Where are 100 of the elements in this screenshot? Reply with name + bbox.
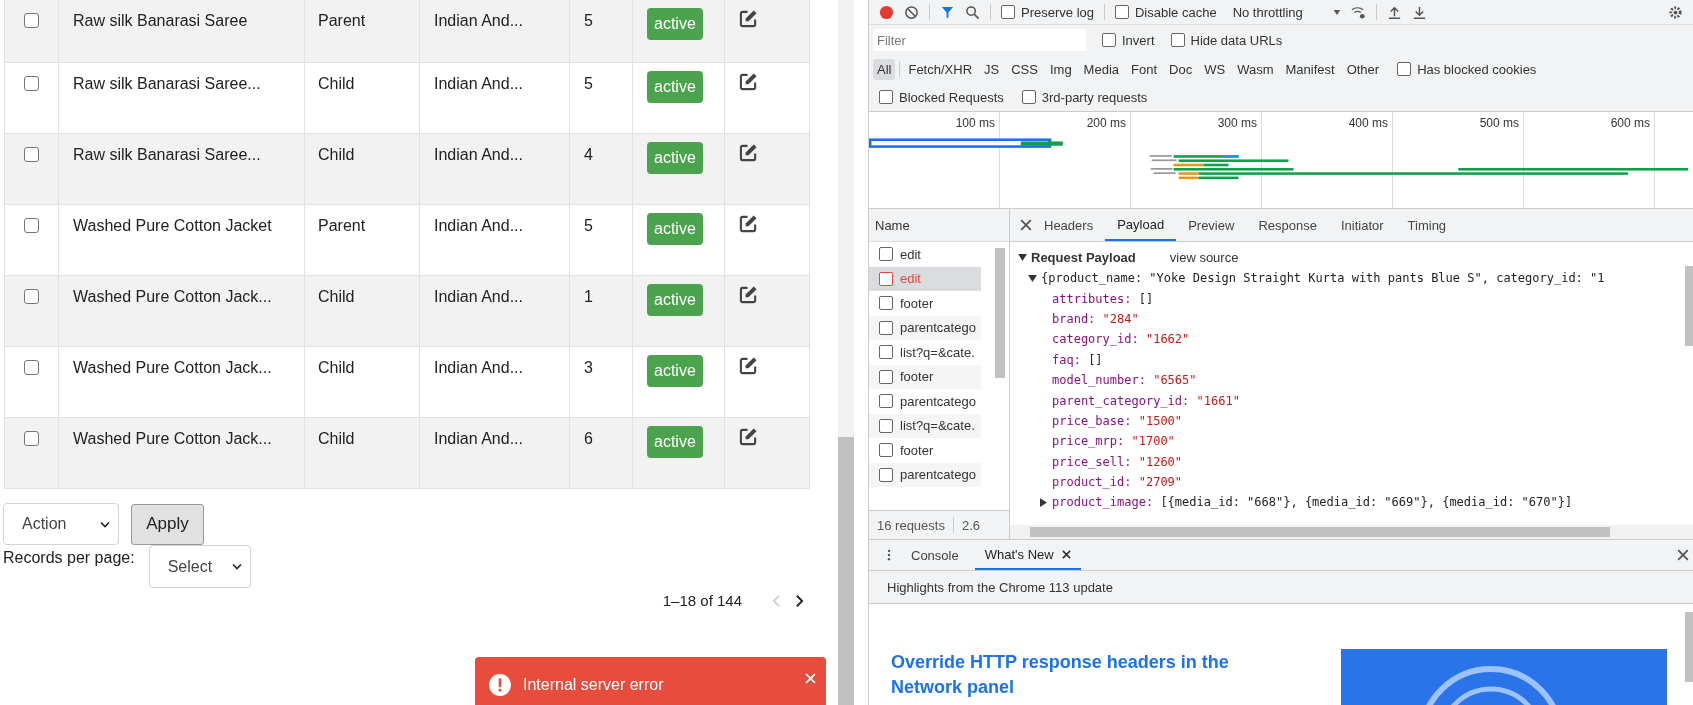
close-tab-icon[interactable] <box>1061 549 1071 559</box>
list-scrollbar[interactable] <box>995 248 1005 378</box>
apply-button[interactable]: Apply <box>131 503 204 545</box>
chevron-down-icon <box>100 520 110 528</box>
edit-icon[interactable] <box>739 143 758 162</box>
request-item[interactable]: list?q=&cate. <box>869 413 981 438</box>
collapse-icon[interactable] <box>1028 274 1037 282</box>
request-item[interactable]: footer <box>869 364 981 389</box>
view-source-link[interactable]: view source <box>1169 249 1239 265</box>
payload-field: category_id: "1662" <box>1052 332 1190 347</box>
records-per-page-select[interactable]: Select <box>148 545 251 588</box>
action-select[interactable]: Action <box>3 503 119 545</box>
type-filter-button[interactable]: Img <box>1045 58 1076 80</box>
type-filter-button[interactable]: Other <box>1342 58 1384 80</box>
settings-icon[interactable] <box>1668 4 1683 20</box>
detail-tab[interactable]: Response <box>1246 209 1329 241</box>
product-type: Child <box>318 75 355 92</box>
close-icon[interactable] <box>1677 549 1689 561</box>
type-filter-button[interactable]: All <box>873 58 896 80</box>
request-item[interactable]: footer <box>869 291 981 316</box>
name-column-header[interactable]: Name <box>875 217 910 233</box>
type-filter-button[interactable]: Media <box>1079 58 1124 80</box>
article-scrollbar[interactable] <box>1685 612 1693 682</box>
brand-name: Indian And... <box>434 359 523 376</box>
has-blocked-cookies-checkbox[interactable]: Has blocked cookies <box>1397 61 1537 77</box>
product-name: Washed Pure Cotton Jack... <box>73 359 272 376</box>
chevron-down-icon <box>231 563 242 570</box>
close-icon[interactable] <box>1020 219 1032 231</box>
edit-icon[interactable] <box>739 356 758 375</box>
download-icon[interactable] <box>1411 4 1427 20</box>
edit-icon[interactable] <box>739 72 758 91</box>
row-checkbox[interactable] <box>24 431 39 446</box>
drawer-tab[interactable]: Console <box>901 540 969 570</box>
request-item[interactable]: list?q=&cate. <box>869 340 981 365</box>
request-item[interactable]: parentcatego <box>869 389 981 414</box>
request-count: 16 requests <box>877 517 945 533</box>
record-icon[interactable] <box>879 4 894 20</box>
quantity: 1 <box>584 288 593 305</box>
product-name: Washed Pure Cotton Jack... <box>73 430 272 447</box>
row-checkbox[interactable] <box>24 13 39 28</box>
detail-tab[interactable]: Payload <box>1105 209 1177 241</box>
request-item[interactable]: parentcatego <box>869 315 981 340</box>
records-per-page-label: Records per page: <box>3 549 135 567</box>
request-item[interactable]: parentcatego <box>869 462 981 487</box>
status-badge: active <box>647 355 703 387</box>
throttling-select[interactable]: No throttling <box>1232 4 1341 20</box>
detail-tab[interactable]: Headers <box>1032 209 1106 241</box>
row-checkbox[interactable] <box>24 218 39 233</box>
detail-tab[interactable]: Initiator <box>1328 209 1396 241</box>
disable-cache-checkbox[interactable]: Disable cache <box>1115 4 1217 20</box>
payload-field: faq: [] <box>1052 352 1103 367</box>
clear-icon[interactable] <box>904 4 919 20</box>
horizontal-scrollbar[interactable] <box>1010 525 1693 539</box>
brand-name: Indian And... <box>434 12 523 29</box>
type-filter-button[interactable]: Font <box>1127 58 1162 80</box>
network-conditions-icon[interactable] <box>1350 4 1366 20</box>
quantity: 5 <box>584 75 593 92</box>
detail-tab[interactable]: Preview <box>1176 209 1247 241</box>
article-link[interactable]: Override HTTP response headers in the Network panel <box>891 650 1271 699</box>
status-badge: active <box>647 71 703 103</box>
type-filter-button[interactable]: Fetch/XHR <box>904 58 977 80</box>
collapse-icon[interactable] <box>1018 253 1027 261</box>
filter-field[interactable]: Filter <box>873 29 1086 51</box>
edit-icon[interactable] <box>739 427 758 446</box>
blocked-requests-checkbox[interactable]: Blocked Requests <box>879 89 1004 105</box>
section-title: Request Payload <box>1031 249 1136 265</box>
product-name: Raw silk Banarasi Saree... <box>73 146 261 163</box>
type-filter-button[interactable]: CSS <box>1007 58 1042 80</box>
type-filter-button[interactable]: Doc <box>1165 58 1197 80</box>
edit-icon[interactable] <box>739 214 758 233</box>
time-tick-label: 100 ms <box>955 116 995 130</box>
payload-scrollbar[interactable] <box>1685 266 1693 346</box>
request-item[interactable]: edit <box>869 242 981 267</box>
row-checkbox[interactable] <box>24 147 39 162</box>
request-item[interactable]: footer <box>869 438 981 463</box>
next-page-icon[interactable] <box>795 593 804 608</box>
page-scrollbar[interactable] <box>838 0 854 705</box>
time-tick-label: 300 ms <box>1217 116 1257 130</box>
edit-icon[interactable] <box>739 9 758 28</box>
expand-icon[interactable] <box>1040 498 1047 507</box>
invert-checkbox[interactable]: Invert <box>1102 32 1155 48</box>
type-filter-button[interactable]: Wasm <box>1233 58 1278 80</box>
search-icon[interactable] <box>965 4 980 20</box>
row-checkbox[interactable] <box>24 289 39 304</box>
third-party-requests-checkbox[interactable]: 3rd-party requests <box>1021 89 1148 105</box>
detail-tab[interactable]: Timing <box>1395 209 1459 241</box>
preserve-log-checkbox[interactable]: Preserve log <box>1001 4 1094 20</box>
payload-field: price_mrp: "1700" <box>1052 434 1175 449</box>
row-checkbox[interactable] <box>24 360 39 375</box>
product-type: Child <box>318 288 355 305</box>
filter-icon[interactable] <box>940 4 955 20</box>
type-filter-button[interactable]: JS <box>980 58 1004 80</box>
brand-name: Indian And... <box>434 146 523 163</box>
edit-icon[interactable] <box>739 285 758 304</box>
row-checkbox[interactable] <box>24 76 39 91</box>
type-filter-button[interactable]: WS <box>1200 58 1230 80</box>
time-tick-label: 500 ms <box>1479 116 1519 130</box>
hide-data-urls-checkbox[interactable]: Hide data URLs <box>1170 32 1283 48</box>
upload-icon[interactable] <box>1386 4 1402 20</box>
type-filter-button[interactable]: Manifest <box>1281 58 1339 80</box>
